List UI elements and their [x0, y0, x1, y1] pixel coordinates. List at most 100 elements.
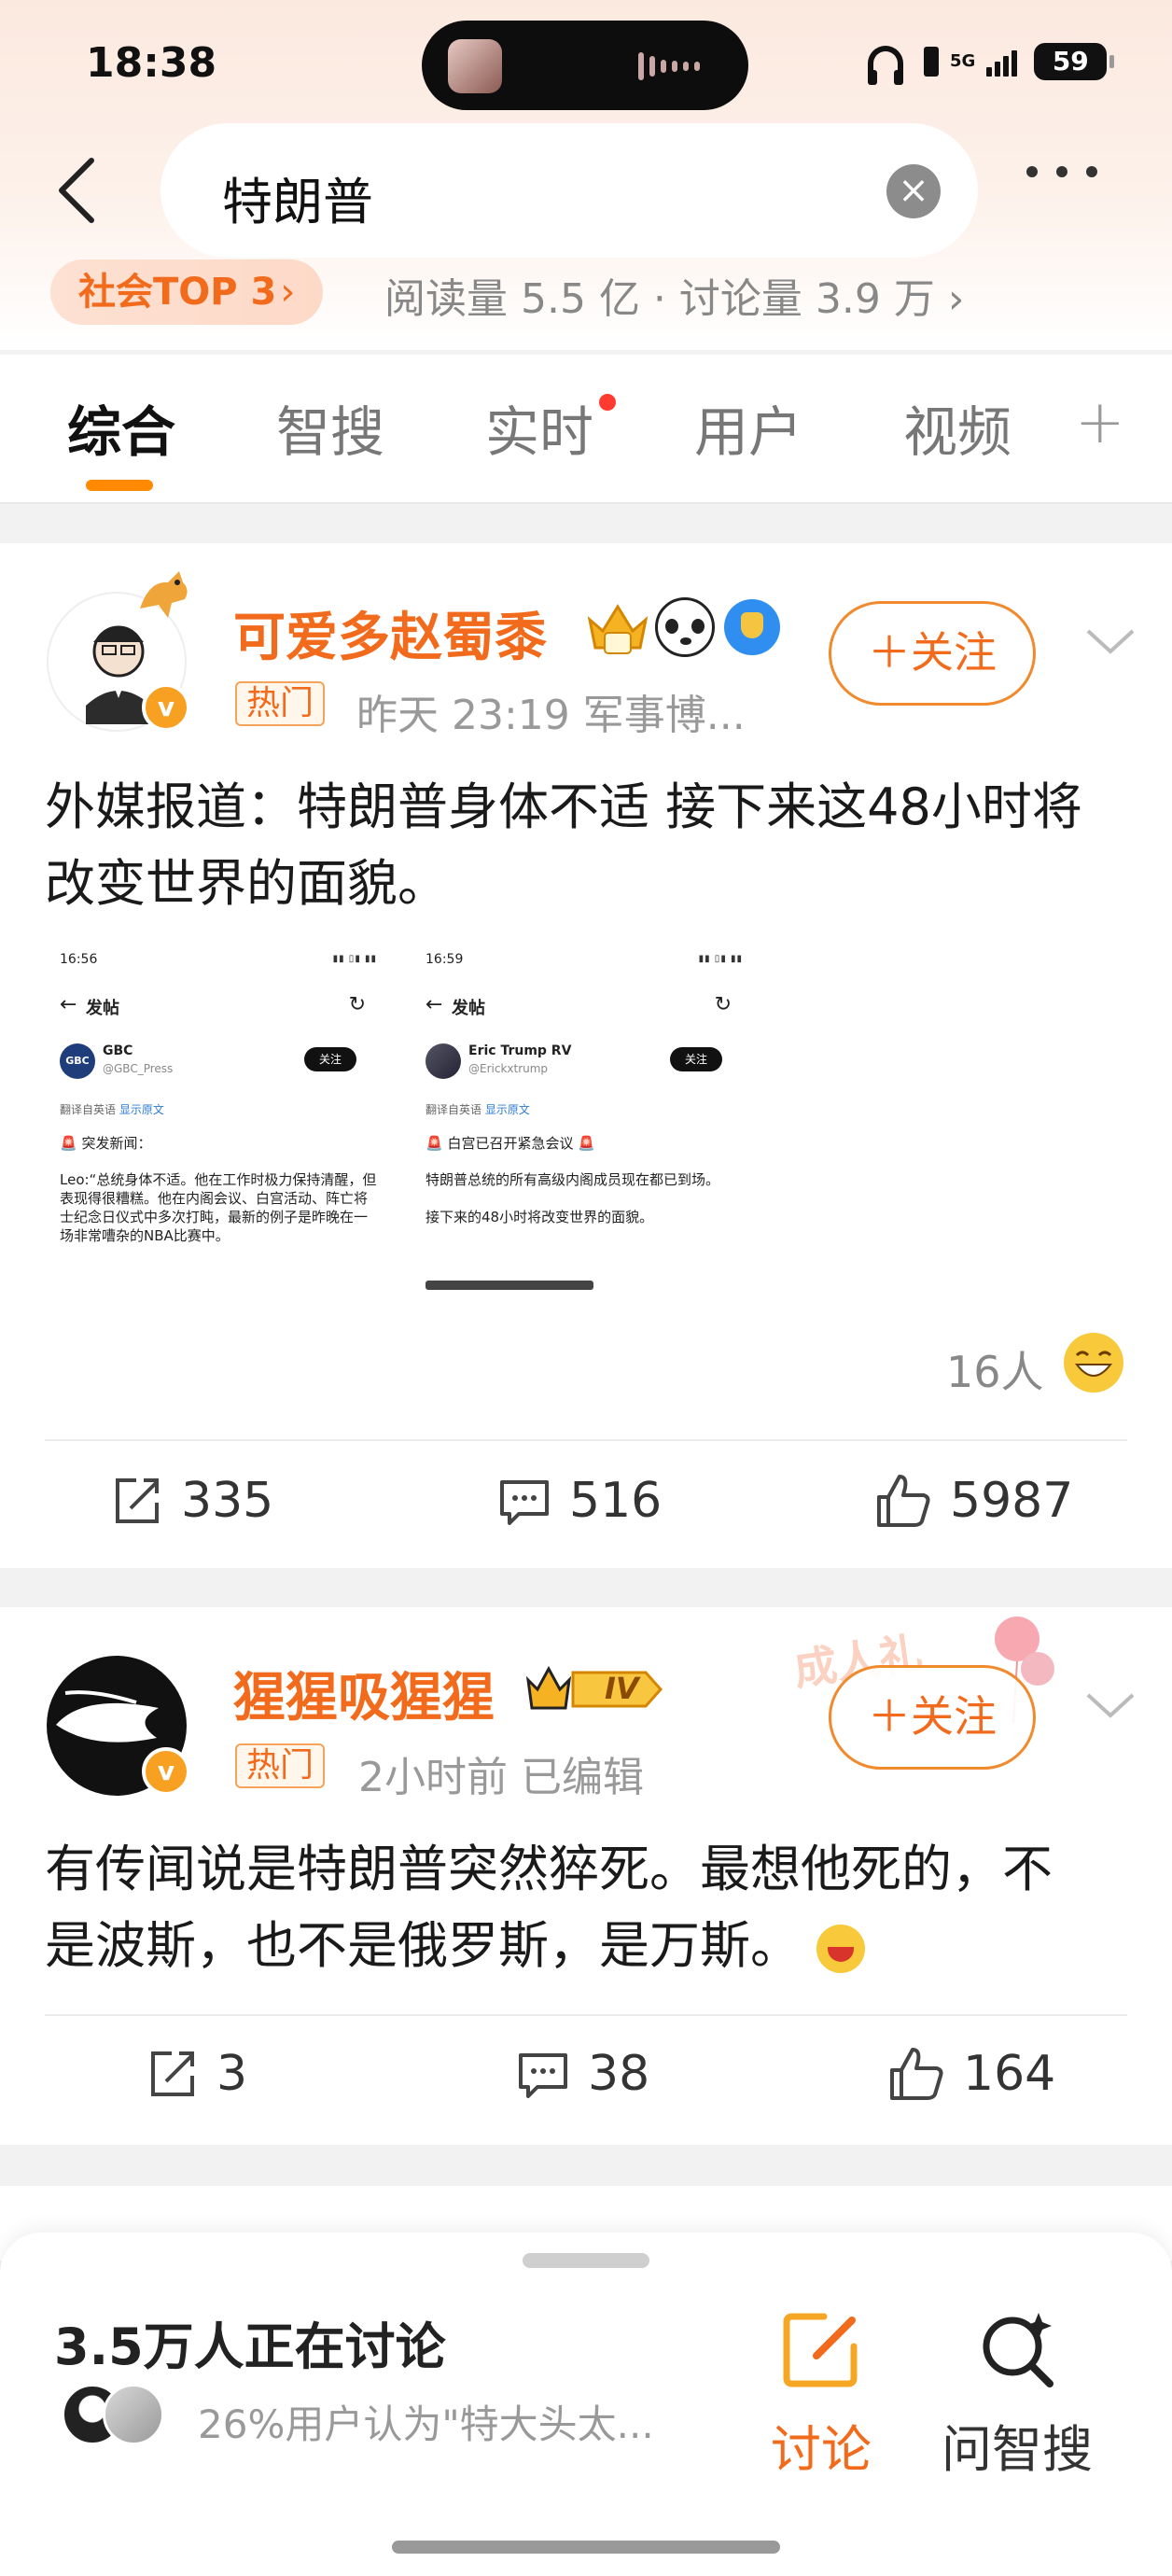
discuss-label: 讨论: [771, 2420, 872, 2479]
image-status-icons: ▮▮ ▯▮ ▮▮: [332, 954, 377, 964]
like-count: 164: [963, 2046, 1056, 2102]
follow-button[interactable]: ＋关注: [829, 1665, 1036, 1770]
headphone-icon: [868, 46, 903, 85]
author-name[interactable]: 可爱多赵蜀黍: [233, 595, 547, 671]
ask-smart-search-button[interactable]: 问智搜: [933, 2307, 1101, 2482]
image-account-handle: @GBC_Press: [103, 1062, 174, 1075]
post-image[interactable]: 16:56 ▮▮ ▯▮ ▮▮ ← 发帖 ↻ GBC GBC @GBC_Press…: [50, 945, 386, 1290]
verified-badge-icon: v: [142, 683, 190, 732]
panda-icon: [655, 597, 715, 657]
now-playing-avatar: [448, 39, 502, 93]
reactor-count[interactable]: 16人: [946, 1338, 1044, 1400]
battery-icon: 59: [1034, 43, 1115, 80]
post-card[interactable]: v 可爱多赵蜀黍 ＋关注 热门 昨天 23:19 军事博... 外媒报道：特朗普…: [0, 543, 1172, 1568]
tab-video[interactable]: 视频: [903, 388, 1012, 467]
avatar: [103, 2384, 164, 2445]
repost-count: 3: [216, 2046, 248, 2102]
signal-icon: [986, 47, 1018, 77]
topic-stats-text: 阅读量 5.5 亿 · 讨论量 3.9 万: [384, 275, 935, 323]
discussion-sheet[interactable]: 3.5万人正在讨论 26%用户认为"特大头太... 讨论 问智搜: [0, 2233, 1172, 2576]
chevron-right-icon: ›: [280, 271, 296, 314]
repost-icon: [151, 2051, 194, 2096]
opinion-summary[interactable]: 26%用户认为"特大头太...: [198, 2393, 654, 2450]
hot-tag: 热门: [235, 1743, 326, 1788]
home-indicator[interactable]: [392, 2541, 780, 2554]
add-tab-icon[interactable]: +: [1075, 388, 1125, 457]
search-tabs: 综合 智搜 实时 用户 视频 +: [0, 355, 1172, 504]
verified-badge-icon: v: [142, 1747, 190, 1796]
like-button[interactable]: 5987: [873, 1473, 1073, 1529]
active-tab-indicator: [86, 480, 153, 491]
follow-button[interactable]: ＋关注: [829, 601, 1036, 706]
new-content-dot: [599, 394, 616, 411]
search-input[interactable]: 特朗普 ×: [160, 123, 978, 258]
image-account-avatar: GBC: [60, 1043, 95, 1079]
like-button[interactable]: 164: [886, 2046, 1055, 2102]
image-back-icon: ←: [60, 993, 77, 1016]
status-time: 18:38: [86, 39, 217, 87]
shield-badge-icon: [724, 599, 780, 655]
image-time: 16:59: [426, 952, 464, 967]
dynamic-island[interactable]: [422, 21, 748, 110]
header: 18:38 5G 59 特朗普 × 社会TOP 3 › 阅读量 5.5 亿 · 讨…: [0, 0, 1172, 350]
sim-icon: [924, 47, 939, 77]
post-card[interactable]: v 猩猩吸猩猩 IV 成人礼 ＋关注 热门 2小时前 已编辑 有传闻说是特朗普突…: [0, 1607, 1172, 2145]
image-account-handle: @Erickxtrump: [468, 1062, 549, 1075]
topic-stats[interactable]: 阅读量 5.5 亿 · 讨论量 3.9 万 ›: [384, 265, 964, 325]
image-refresh-icon: ↻: [714, 993, 732, 1016]
discussing-count: 3.5万人正在讨论: [54, 2317, 446, 2376]
smart-search-icon: [983, 2313, 1053, 2387]
tab-users[interactable]: 用户: [694, 388, 802, 467]
status-bar: 18:38 5G 59: [0, 0, 1172, 131]
discuss-button[interactable]: 讨论: [737, 2307, 905, 2482]
image-time: 16:56: [60, 952, 98, 967]
image-title: 发帖: [452, 999, 485, 1018]
back-arrow-icon[interactable]: [56, 157, 97, 224]
audio-wave-icon: [638, 52, 700, 80]
like-count: 5987: [950, 1473, 1074, 1529]
image-back-icon: ←: [426, 993, 443, 1016]
post-text-content: 有传闻说是特朗普突然猝死。最想他死的，不是波斯，也不是俄罗斯，是万斯。: [45, 1840, 1053, 1975]
tab-realtime[interactable]: 实时: [485, 388, 593, 467]
image-body: 特朗普总统的所有高级内阁成员现在都已到场。 接下来的48小时将改变世界的面貌。: [426, 1171, 720, 1225]
comment-count: 516: [569, 1473, 663, 1529]
level-badge-icon: IV: [524, 1663, 664, 1715]
divider: [45, 1439, 1127, 1441]
horse-sticker-icon: [131, 562, 196, 627]
laugh-emoji-icon: [816, 1925, 866, 1974]
image-alert: 🚨 白宫已召开紧急会议 🚨: [426, 1135, 595, 1152]
image-alert: 🚨 突发新闻：: [60, 1135, 152, 1152]
image-body: Leo:“总统身体不适。他在工作时极力保持清醒，但表现得很糟糕。他在内阁会议、白…: [60, 1171, 377, 1244]
more-options-icon[interactable]: [1026, 166, 1097, 177]
ask-label: 问智搜: [942, 2420, 1093, 2479]
repost-button[interactable]: 335: [108, 1473, 273, 1529]
image-progress-bar: [426, 1281, 593, 1290]
comment-count: 38: [588, 2046, 650, 2102]
search-query: 特朗普: [222, 173, 373, 231]
post-meta: 昨天 23:19 军事博...: [356, 692, 746, 739]
image-follow: 关注: [304, 1047, 356, 1071]
comment-button[interactable]: 516: [496, 1473, 662, 1529]
sheet-drag-handle[interactable]: [523, 2253, 649, 2268]
repost-icon: [116, 1478, 159, 1523]
tab-comprehensive[interactable]: 综合: [67, 388, 175, 467]
comment-icon: [500, 1480, 549, 1525]
author-name[interactable]: 猩猩吸猩猩: [233, 1656, 495, 1731]
comment-button[interactable]: 38: [515, 2046, 649, 2102]
image-translate-line: 翻译自英语 显示原文: [60, 1103, 164, 1116]
repost-button[interactable]: 3: [144, 2046, 247, 2102]
chevron-down-icon[interactable]: [1082, 1687, 1138, 1725]
network-type: 5G: [950, 51, 976, 71]
comment-icon: [519, 2053, 567, 2098]
tab-smart-search[interactable]: 智搜: [276, 388, 384, 467]
post-text: 外媒报道：特朗普身体不适 接下来这48小时将改变世界的面貌。: [45, 777, 1082, 913]
post-meta: 2小时前 已编辑: [358, 1754, 644, 1801]
chevron-right-icon: ›: [947, 275, 965, 323]
topic-rank-badge[interactable]: 社会TOP 3 ›: [50, 259, 324, 325]
chevron-down-icon[interactable]: [1082, 623, 1138, 661]
image-title: 发帖: [86, 999, 119, 1018]
image-follow: 关注: [670, 1047, 722, 1071]
status-icons: 5G 59: [868, 43, 1115, 85]
post-image[interactable]: 16:59 ▮▮ ▯▮ ▮▮ ← 发帖 ↻ Eric Trump RV @Eri…: [416, 945, 752, 1290]
clear-search-icon[interactable]: ×: [886, 164, 941, 218]
